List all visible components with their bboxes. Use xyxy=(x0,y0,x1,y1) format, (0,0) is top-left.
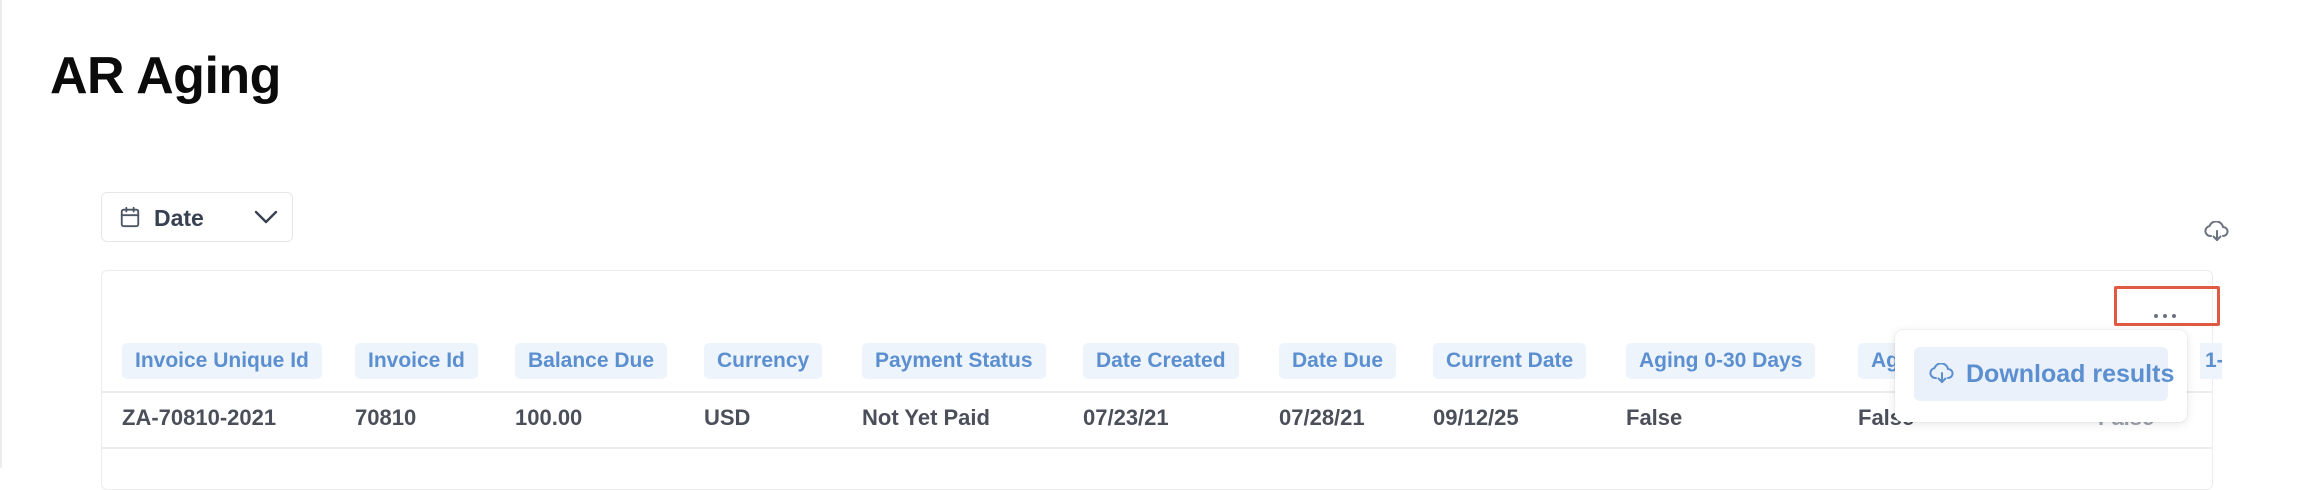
column-header[interactable]: Invoice Unique Id xyxy=(122,343,322,379)
row-divider xyxy=(101,447,2213,449)
table-cell: 07/23/21 xyxy=(1083,405,1169,430)
column-header[interactable]: Current Date xyxy=(1433,343,1587,379)
column-header[interactable]: Payment Status xyxy=(862,343,1046,379)
calendar-icon xyxy=(120,206,140,228)
page-left-border xyxy=(0,0,2,468)
table-cell: 09/12/25 xyxy=(1433,405,1519,430)
column-header[interactable]: Aging 0-30 Days xyxy=(1626,343,1816,379)
table-cell: USD xyxy=(704,405,751,430)
more-options-menu: Download results xyxy=(1895,330,2187,422)
page-title: AR Aging xyxy=(50,47,281,105)
download-results-menu-item[interactable]: Download results xyxy=(1914,347,2174,401)
table-cell: 70810 xyxy=(355,405,417,430)
cloud-download-icon xyxy=(1929,363,1954,383)
date-filter-label: Date xyxy=(154,205,204,231)
table-cell: False xyxy=(1626,405,1683,430)
more-options-button[interactable] xyxy=(2114,286,2220,326)
column-header[interactable]: Currency xyxy=(704,343,823,379)
chevron-down-icon xyxy=(254,210,278,224)
column-header[interactable]: Date Due xyxy=(1279,343,1397,379)
date-filter-dropdown[interactable]: Date xyxy=(101,192,293,242)
cloud-download-icon[interactable] xyxy=(2204,221,2230,243)
column-header-clipped: 1-9 xyxy=(2200,343,2222,379)
table-cell: ZA-70810-2021 xyxy=(122,405,277,430)
table-cell: Not Yet Paid xyxy=(862,405,990,430)
download-results-label: Download results xyxy=(1966,360,2175,388)
more-horizontal-icon xyxy=(2154,305,2181,323)
column-header[interactable]: Invoice Id xyxy=(355,343,478,379)
table-cell: 100.00 xyxy=(515,405,583,430)
column-header[interactable]: Date Created xyxy=(1083,343,1239,379)
column-header[interactable]: 1-9 xyxy=(2200,343,2222,379)
column-header[interactable]: Balance Due xyxy=(515,343,668,379)
table-cell: 07/28/21 xyxy=(1279,405,1365,430)
